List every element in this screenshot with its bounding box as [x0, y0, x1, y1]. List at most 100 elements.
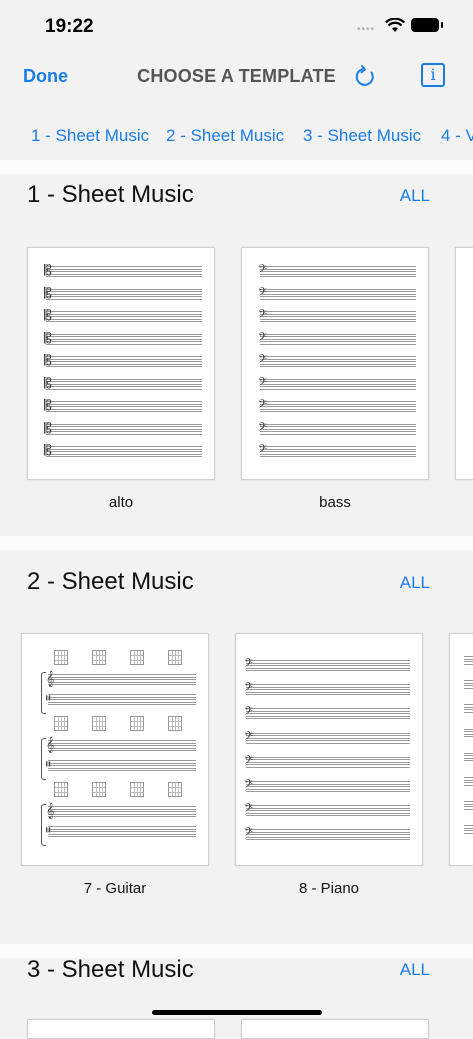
battery-icon — [411, 18, 443, 32]
chord-diagram — [54, 716, 68, 731]
template-card-partial[interactable] — [449, 633, 473, 866]
clef-icon: 𝄢 — [244, 802, 254, 819]
clef-icon: 𝄢 — [244, 729, 254, 746]
tab-section-2[interactable]: 2 - Sheet Music — [166, 126, 284, 146]
info-button[interactable]: i — [421, 63, 445, 87]
signal-dots-icon: •••• — [357, 24, 376, 35]
all-button[interactable]: ALL — [400, 573, 430, 593]
clef-icon: 𝄥 — [46, 691, 51, 707]
clef-icon: 𝄢 — [258, 375, 268, 392]
chord-diagram — [54, 782, 68, 797]
clef-icon: 𝄢 — [258, 420, 268, 437]
template-card-bass[interactable]: 𝄢 𝄢 𝄢 𝄢 𝄢 𝄢 𝄢 𝄢 𝄢 — [241, 247, 429, 480]
all-button[interactable]: ALL — [400, 186, 430, 206]
chord-diagram — [54, 650, 68, 665]
done-button[interactable]: Done — [23, 66, 68, 87]
staff-lines: 𝄡 — [44, 376, 202, 392]
staff-lines: 𝄢 — [244, 754, 410, 770]
staff-lines: 𝄢 — [244, 826, 410, 842]
template-label: alto — [108, 494, 134, 511]
clef-icon: 𝄡 — [44, 263, 52, 279]
clef-icon: 𝄞 — [46, 737, 55, 753]
template-card-partial[interactable] — [455, 247, 473, 480]
clef-icon: 𝄢 — [258, 330, 268, 347]
clef-icon: 𝄞 — [46, 671, 55, 687]
clef-icon: 𝄢 — [258, 443, 268, 459]
clef-icon: 𝄢 — [244, 657, 254, 673]
clef-icon: 𝄢 — [244, 778, 254, 794]
staff-lines: 𝄢 — [258, 286, 416, 302]
staff-lines: 𝄡 — [44, 331, 202, 347]
section-1: 1 - Sheet Music ALL 𝄡 𝄡 𝄡 𝄡 𝄡 𝄡 𝄡 𝄡 𝄡 alto 𝄢 𝄢 𝄢 𝄢 𝄢… — [0, 174, 473, 536]
clef-icon: 𝄢 — [244, 705, 254, 722]
staff-lines: 𝄥 — [46, 691, 196, 707]
staff-lines: 𝄡 — [44, 308, 202, 324]
clef-icon: 𝄢 — [244, 753, 254, 770]
staff-lines: 𝄢 — [258, 443, 416, 459]
clef-icon: 𝄡 — [44, 330, 52, 347]
staff-lines — [464, 656, 473, 668]
staff-lines: 𝄞 — [46, 671, 196, 687]
staff-lines: 𝄢 — [244, 778, 410, 794]
clef-icon: 𝄥 — [46, 757, 51, 773]
staff-lines: 𝄢 — [244, 730, 410, 746]
staff-lines: 𝄢 — [258, 353, 416, 369]
staff-lines: 𝄢 — [258, 308, 416, 324]
chord-diagram — [130, 782, 144, 797]
section-divider — [0, 160, 473, 174]
clef-icon: 𝄡 — [44, 353, 52, 369]
staff-lines: 𝄢 — [244, 657, 410, 673]
clef-icon: 𝄡 — [44, 285, 52, 302]
template-card-alto[interactable]: 𝄡 𝄡 𝄡 𝄡 𝄡 𝄡 𝄡 𝄡 𝄡 — [27, 247, 215, 480]
staff-lines: 𝄢 — [244, 681, 410, 697]
chord-diagram — [130, 716, 144, 731]
template-label: 7 - Guitar — [83, 880, 147, 897]
template-label: bass — [319, 494, 351, 511]
clef-icon: 𝄢 — [244, 681, 254, 698]
staff-lines: 𝄡 — [44, 353, 202, 369]
template-card-partial[interactable] — [241, 1019, 429, 1039]
staff-lines — [464, 704, 473, 716]
section-tabs: 1 - Sheet Music 2 - Sheet Music 3 - Shee… — [0, 118, 473, 154]
section-title: 1 - Sheet Music — [27, 181, 194, 208]
staff-lines — [464, 728, 473, 741]
clef-icon: 𝄡 — [44, 443, 52, 459]
clef-icon: 𝄞 — [46, 803, 55, 819]
refresh-icon[interactable] — [352, 64, 378, 90]
staff-lines: 𝄡 — [44, 443, 202, 459]
staff-lines: 𝄢 — [258, 398, 416, 414]
template-card-guitar[interactable]: 𝄞 𝄥 𝄞 𝄥 𝄞 𝄥 — [21, 633, 209, 866]
staff-lines: 𝄡 — [44, 286, 202, 302]
staff-lines: 𝄢 — [244, 705, 410, 721]
staff-lines: 𝄡 — [44, 263, 202, 279]
staff-lines: 𝄢 — [258, 376, 416, 392]
tab-section-4[interactable]: 4 - V — [441, 126, 473, 146]
tab-section-3[interactable]: 3 - Sheet Music — [303, 126, 421, 146]
clef-icon: 𝄡 — [44, 375, 52, 392]
chord-diagram — [168, 782, 182, 797]
staff-lines: 𝄞 — [46, 737, 196, 753]
chord-diagram — [92, 716, 106, 731]
chord-diagram — [130, 650, 144, 665]
staff-lines: 𝄢 — [244, 802, 410, 818]
chord-diagram — [168, 716, 182, 731]
clef-icon: 𝄢 — [258, 398, 268, 414]
clef-icon: 𝄢 — [258, 285, 268, 302]
staff-lines: 𝄞 — [46, 803, 196, 819]
clef-icon: 𝄢 — [258, 353, 268, 369]
staff-lines — [464, 801, 473, 813]
wifi-icon — [385, 18, 405, 32]
clef-icon: 𝄡 — [44, 308, 52, 324]
staff-lines: 𝄢 — [258, 263, 416, 279]
template-card-piano[interactable]: 𝄢 𝄢 𝄢 𝄢 𝄢 𝄢 𝄢 𝄢 — [235, 633, 423, 866]
template-card-partial[interactable] — [27, 1019, 215, 1039]
section-title: 3 - Sheet Music — [27, 956, 194, 983]
template-label: 8 - Piano — [298, 880, 360, 897]
staff-lines: 𝄢 — [258, 331, 416, 347]
tab-section-1[interactable]: 1 - Sheet Music — [31, 126, 149, 146]
clef-icon: 𝄡 — [44, 420, 52, 437]
navigation-bar: Done CHOOSE A TEMPLATE i — [0, 52, 473, 102]
all-button[interactable]: ALL — [400, 960, 430, 980]
staff-lines: 𝄡 — [44, 421, 202, 437]
info-icon: i — [430, 65, 436, 84]
